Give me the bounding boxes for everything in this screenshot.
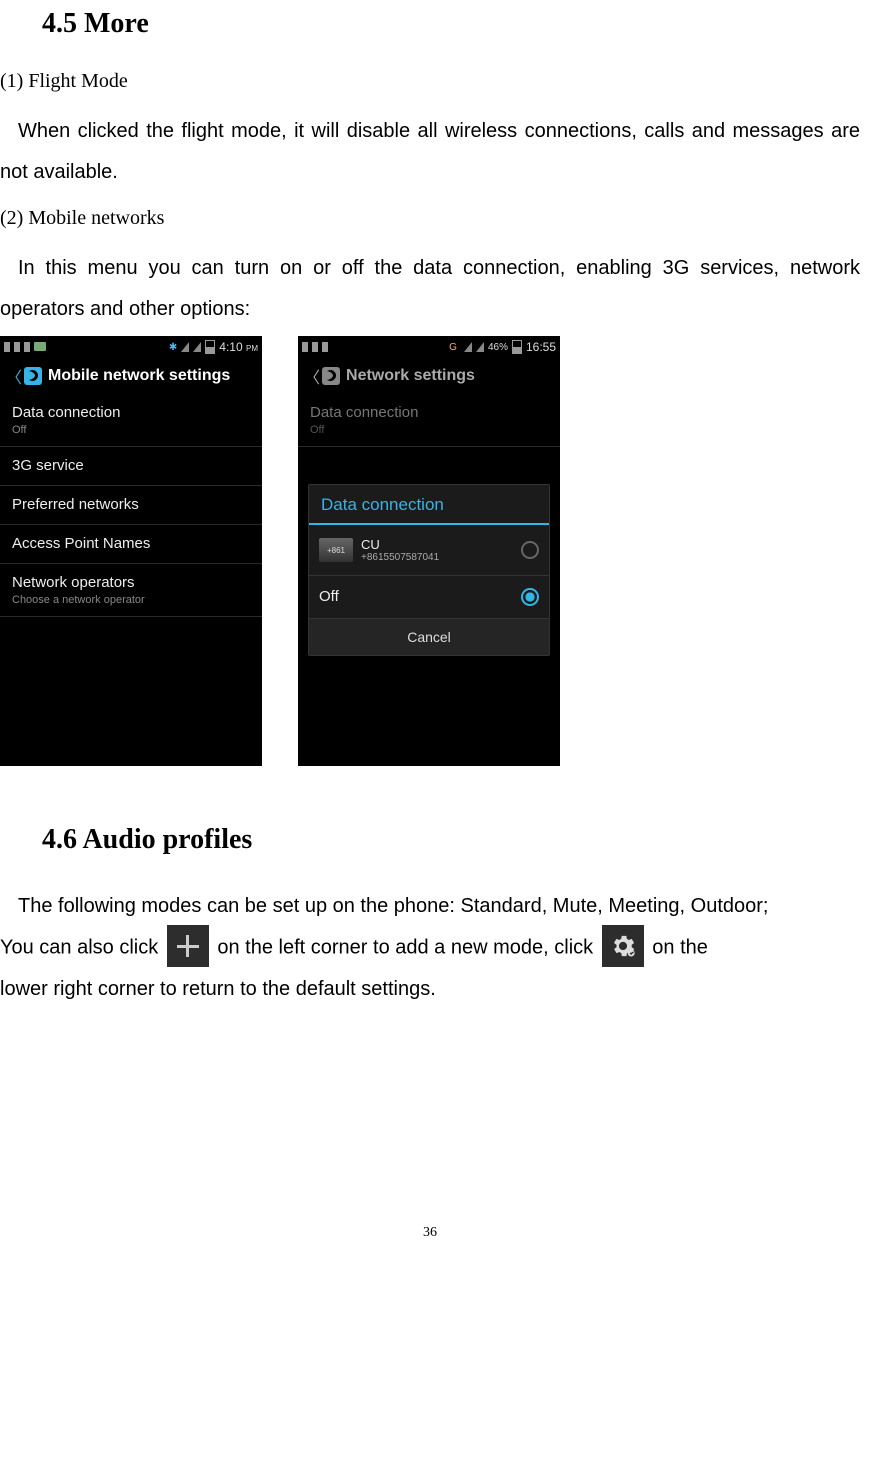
flight-mode-text: When clicked the flight mode, it will di… [0,111,860,193]
flight-mode-label: (1) Flight Mode [0,70,860,93]
status-icon [302,342,308,352]
status-icon [4,342,10,352]
list-item-3g-service[interactable]: 3G service [0,447,262,486]
dialog-off-label: Off [319,588,339,606]
audio-text-2: You can also click on the left corner to… [0,927,860,969]
battery-icon [512,340,522,354]
list-sub: Off [12,424,252,436]
list-label: Data connection [12,404,252,422]
signal-icon [181,342,189,352]
radio-selected-icon[interactable] [521,588,539,606]
section-heading-more: 4.5 More [42,8,860,40]
radio-unselected-icon[interactable] [521,541,539,559]
back-icon[interactable]: 〈 [6,364,22,388]
list-label: 3G service [12,457,252,475]
page-number: 36 [0,1225,860,1253]
list-item-data-connection[interactable]: Data connection Off [298,394,560,447]
bluetooth-icon: ✱ [169,342,177,353]
list-label: Data connection [310,404,550,422]
plus-icon [167,925,209,967]
section-heading-audio: 4.6 Audio profiles [42,824,860,856]
status-bar: ✱ 4:10 PM [0,336,262,358]
list-item-apn[interactable]: Access Point Names [0,525,262,564]
phone-icon [24,367,42,385]
status-icon [312,342,318,352]
sim-name: CU [361,537,439,552]
dialog-option-sim[interactable]: +861 CU +8615507587041 [309,525,549,576]
cancel-button[interactable]: Cancel [309,619,549,655]
status-icon [24,342,30,352]
data-connection-dialog: Data connection +861 CU +8615507587041 O… [308,484,550,656]
status-icon [14,342,20,352]
list-sub: Choose a network operator [12,594,252,606]
dialog-title: Data connection [309,485,549,525]
battery-icon [205,340,215,354]
list-label: Preferred networks [12,496,252,514]
status-icon [322,342,328,352]
back-icon[interactable]: 〈 [304,364,320,388]
title-bar[interactable]: 〈 Network settings [298,358,560,394]
signal-icon [193,342,201,352]
battery-percent: 46% [488,342,508,353]
clock: 16:55 [526,340,556,354]
status-bar: G 46% 16:55 [298,336,560,358]
sim-icon: +861 [319,538,353,562]
list-sub: Off [310,424,550,436]
signal-icon [464,342,472,352]
list-item-data-connection[interactable]: Data connection Off [0,394,262,447]
screen-title: Network settings [346,367,475,385]
screen-title: Mobile network settings [48,367,230,385]
sim-number: +8615507587041 [361,552,439,563]
list-item-network-operators[interactable]: Network operators Choose a network opera… [0,564,262,617]
screenshot-network-settings-dialog: G 46% 16:55 〈 Network settings Data conn… [298,336,560,766]
network-type: G [449,342,457,353]
list-item-preferred-networks[interactable]: Preferred networks [0,486,262,525]
mobile-networks-text: In this menu you can turn on or off the … [0,248,860,330]
message-icon [34,342,46,351]
clock: 4:10 PM [219,340,258,354]
list-label: Access Point Names [12,535,252,553]
title-bar[interactable]: 〈 Mobile network settings [0,358,262,394]
audio-text-1: The following modes can be set up on the… [0,886,860,927]
audio-text-3: lower right corner to return to the defa… [0,969,860,1010]
screenshot-mobile-network-settings: ✱ 4:10 PM 〈 Mobile network settings Data… [0,336,262,766]
gear-icon [602,925,644,967]
mobile-networks-label: (2) Mobile networks [0,207,860,230]
screenshots-row: ✱ 4:10 PM 〈 Mobile network settings Data… [0,336,860,766]
signal-icon [476,342,484,352]
list-label: Network operators [12,574,252,592]
dialog-option-off[interactable]: Off [309,576,549,619]
phone-icon [322,367,340,385]
